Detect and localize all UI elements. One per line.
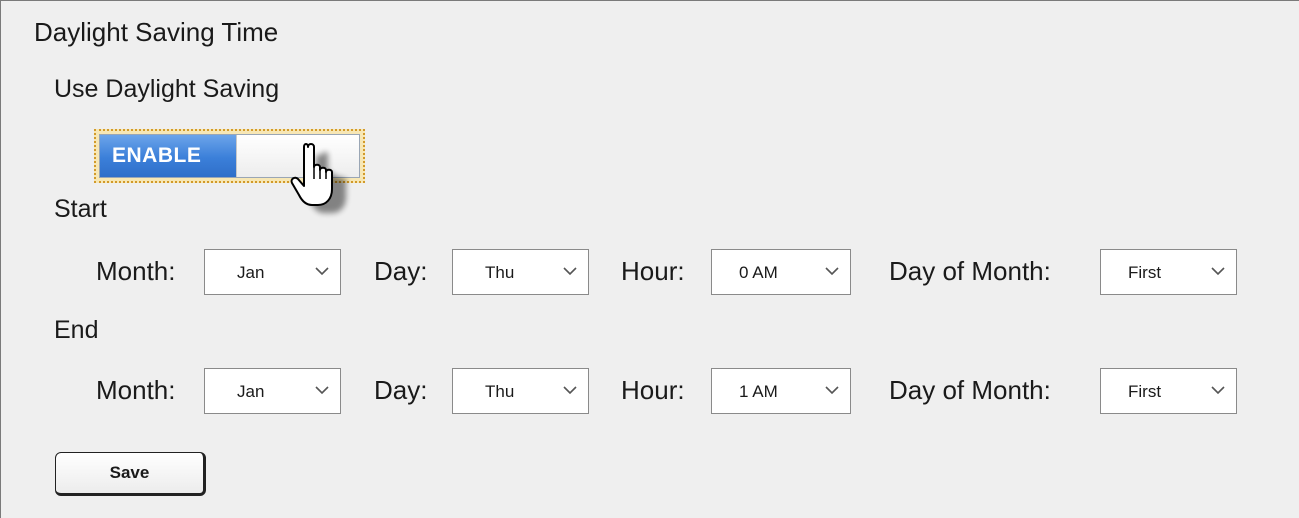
chevron-down-icon xyxy=(1211,267,1225,276)
start-month-select[interactable]: Jan xyxy=(204,249,341,295)
end-day-label: Day: xyxy=(374,375,428,405)
section-title: Daylight Saving Time xyxy=(34,17,279,47)
start-day-label: Day: xyxy=(374,256,428,286)
chevron-down-icon xyxy=(825,386,839,395)
start-row: Month: Jan Day: Thu Hour: 0 AM Day of Mo… xyxy=(1,249,1299,299)
start-hour-label: Hour: xyxy=(621,256,685,286)
start-month-label: Month: xyxy=(96,256,176,286)
end-hour-value: 1 AM xyxy=(739,382,778,401)
save-button[interactable]: Save xyxy=(55,452,206,496)
start-day-of-month-label: Day of Month: xyxy=(889,256,1051,286)
chevron-down-icon xyxy=(1211,386,1225,395)
use-daylight-saving-label: Use Daylight Saving xyxy=(54,75,280,103)
end-label: End xyxy=(54,316,99,344)
end-month-label: Month: xyxy=(96,375,176,405)
end-month-select[interactable]: Jan xyxy=(204,368,341,414)
end-row: Month: Jan Day: Thu Hour: 1 AM Day of Mo… xyxy=(1,368,1299,418)
end-day-select[interactable]: Thu xyxy=(452,368,589,414)
chevron-down-icon xyxy=(563,386,577,395)
toggle-enable-label: ENABLE xyxy=(100,135,236,177)
chevron-down-icon xyxy=(825,267,839,276)
start-month-value: Jan xyxy=(237,263,265,282)
chevron-down-icon xyxy=(315,267,329,276)
start-hour-value: 0 AM xyxy=(739,263,778,282)
end-hour-label: Hour: xyxy=(621,375,685,405)
end-hour-select[interactable]: 1 AM xyxy=(711,368,851,414)
start-hour-select[interactable]: 0 AM xyxy=(711,249,851,295)
end-month-value: Jan xyxy=(237,382,265,401)
start-label: Start xyxy=(54,195,107,223)
start-day-of-month-select[interactable]: First xyxy=(1100,249,1237,295)
end-day-value: Thu xyxy=(485,382,515,401)
chevron-down-icon xyxy=(563,267,577,276)
start-day-select[interactable]: Thu xyxy=(452,249,589,295)
start-day-value: Thu xyxy=(485,263,515,282)
end-day-of-month-label: Day of Month: xyxy=(889,375,1051,405)
chevron-down-icon xyxy=(315,386,329,395)
hand-pointer-icon xyxy=(290,143,346,213)
end-day-of-month-value: First xyxy=(1128,382,1162,401)
daylight-saving-panel: Daylight Saving Time Use Daylight Saving… xyxy=(0,0,1299,518)
start-day-of-month-value: First xyxy=(1128,263,1162,282)
end-day-of-month-select[interactable]: First xyxy=(1100,368,1237,414)
